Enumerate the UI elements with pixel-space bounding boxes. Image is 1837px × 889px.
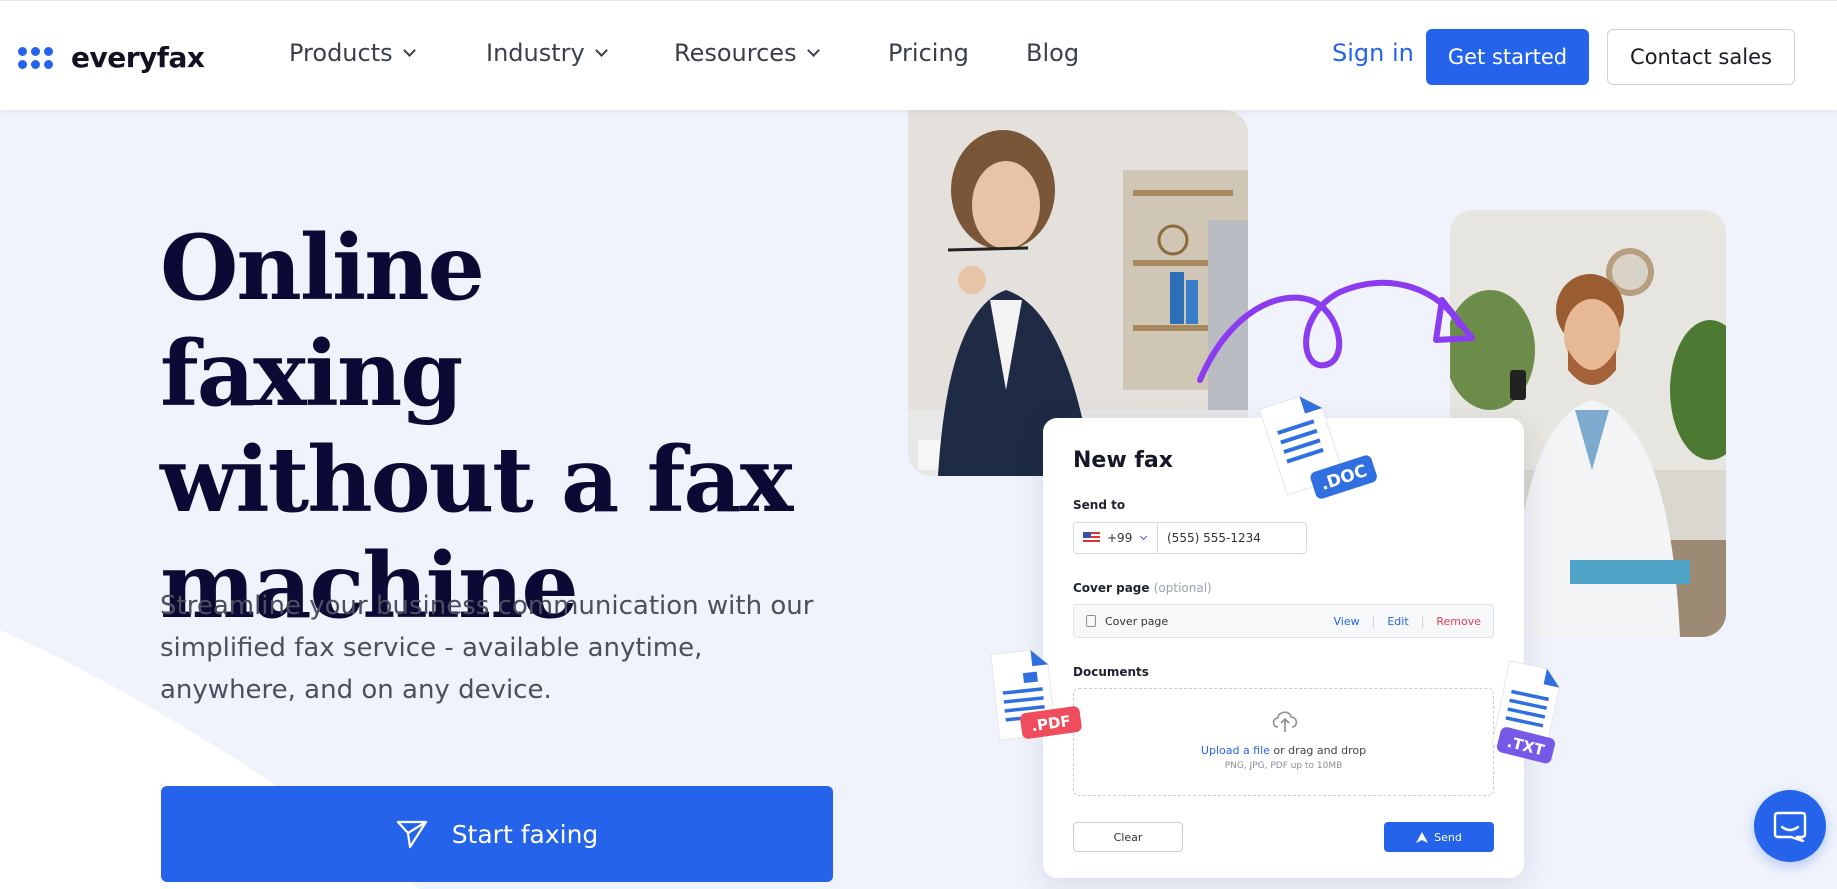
nav-item-label: Products xyxy=(289,39,393,67)
cover-page-name: Cover page xyxy=(1105,614,1169,628)
clear-button[interactable]: Clear xyxy=(1073,822,1183,852)
curly-arrow-icon xyxy=(1197,279,1475,383)
hero-title-line: Online faxing xyxy=(160,215,485,427)
pdf-file-icon: .PDF xyxy=(985,643,1095,757)
country-code-select[interactable]: +99 xyxy=(1074,523,1158,553)
upload-instructions: Upload a file or drag and drop xyxy=(1074,744,1493,757)
cover-page-row: Cover page View | Edit | Remove xyxy=(1073,604,1494,638)
hero-title-line: without a fax xyxy=(160,427,793,533)
nav-item-industry[interactable]: Industry xyxy=(486,39,608,67)
chat-icon xyxy=(1773,811,1807,842)
chevron-down-icon xyxy=(594,43,608,57)
chat-widget-button[interactable] xyxy=(1754,790,1826,862)
send-to-label: Send to xyxy=(1073,498,1126,512)
optional-text: (optional) xyxy=(1153,581,1212,595)
brand-logo[interactable]: everyfax xyxy=(18,41,205,74)
top-navigation-bar: everyfax Products Industry Resources Pri… xyxy=(0,0,1837,110)
doc-file-icon: .DOC xyxy=(1252,388,1382,512)
phone-input-group: +99 (555) 555-1234 xyxy=(1073,522,1307,554)
cover-edit-link[interactable]: Edit xyxy=(1387,615,1408,628)
file-drop-zone[interactable]: Upload a file or drag and drop PNG, JPG,… xyxy=(1073,688,1494,796)
upload-rest-text: or drag and drop xyxy=(1269,744,1367,757)
link-separator: | xyxy=(1371,614,1376,628)
nav-item-label: Industry xyxy=(486,39,585,67)
send-arrow-icon xyxy=(1416,831,1429,843)
link-separator: | xyxy=(1420,614,1425,628)
upload-file-link[interactable]: Upload a file xyxy=(1201,744,1270,757)
chevron-down-icon xyxy=(1140,532,1148,541)
start-faxing-button[interactable]: Start faxing xyxy=(161,786,833,882)
phone-number-field[interactable]: (555) 555-1234 xyxy=(1158,523,1261,553)
get-started-button[interactable]: Get started xyxy=(1426,29,1589,85)
cover-page-label: Cover page (optional) xyxy=(1073,581,1212,595)
chevron-down-icon xyxy=(402,43,416,57)
send-button[interactable]: Send xyxy=(1384,822,1494,852)
cover-remove-link[interactable]: Remove xyxy=(1436,615,1481,628)
card-title: New fax xyxy=(1073,448,1173,473)
nav-item-blog[interactable]: Blog xyxy=(1026,39,1079,67)
nav-item-label: Blog xyxy=(1026,39,1080,67)
cloud-upload-icon xyxy=(1272,711,1298,732)
chevron-down-icon xyxy=(806,43,820,57)
paper-plane-icon xyxy=(396,820,427,849)
nav-item-label: Resources xyxy=(674,39,797,67)
document-icon xyxy=(1086,615,1096,627)
nav-item-resources[interactable]: Resources xyxy=(674,39,820,67)
logo-dots-icon xyxy=(18,46,53,69)
hero-title: Online faxing without a fax machine xyxy=(160,215,800,639)
start-faxing-label: Start faxing xyxy=(451,819,599,849)
upload-hint: PNG, JPG, PDF up to 10MB xyxy=(1224,761,1343,771)
send-label: Send xyxy=(1434,830,1462,844)
cover-page-label-text: Cover page xyxy=(1073,581,1150,595)
nav-item-label: Pricing xyxy=(888,39,969,67)
contact-sales-button[interactable]: Contact sales xyxy=(1607,29,1795,85)
country-code-value: +99 xyxy=(1107,531,1133,545)
nav-item-products[interactable]: Products xyxy=(289,39,416,67)
sign-in-link[interactable]: Sign in xyxy=(1332,39,1414,67)
cover-view-link[interactable]: View xyxy=(1334,615,1360,628)
brand-name: everyfax xyxy=(71,41,205,74)
nav-item-pricing[interactable]: Pricing xyxy=(888,39,969,67)
txt-file-icon: .TXT xyxy=(1480,660,1580,774)
hero-subtitle: Streamline your business communication w… xyxy=(160,591,814,705)
us-flag-icon xyxy=(1083,532,1100,544)
